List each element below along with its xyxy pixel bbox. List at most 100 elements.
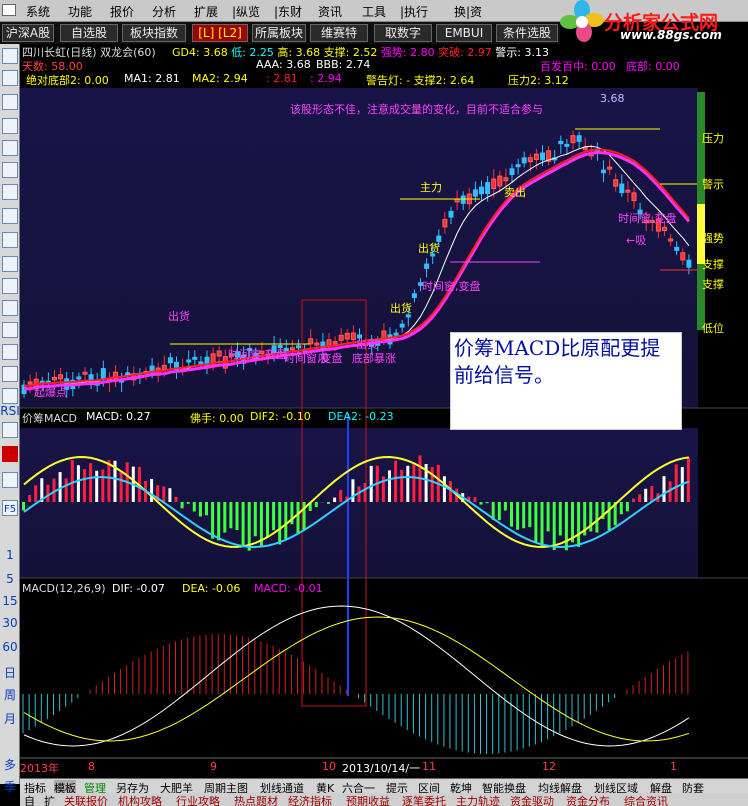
tab-sh-sz-a[interactable]: 沪深A股 (2, 24, 54, 42)
flower-logo-icon (560, 0, 604, 42)
dif-value: DIF: -0.07 (112, 582, 165, 595)
period-season[interactable]: 季 (0, 778, 20, 795)
menu-item-tools[interactable]: 工具 (362, 3, 386, 20)
bottom-link-institution[interactable]: 机构攻略 (118, 793, 162, 806)
period-15min[interactable]: 15 (0, 594, 20, 608)
toolbar-move-icon[interactable] (2, 446, 18, 462)
candle-body (216, 350, 222, 357)
period-week[interactable]: 周 (0, 686, 20, 703)
toolbar-chart-icon[interactable] (2, 162, 18, 178)
price-macd-bar (107, 459, 111, 502)
period-multi[interactable]: 多 (0, 756, 20, 773)
price-macd-bar (619, 502, 623, 515)
toolbar-f10-icon[interactable] (2, 232, 18, 248)
tab-sector-index[interactable]: 板块指数 (122, 24, 186, 42)
menu-item-analysis[interactable]: 分析 (152, 3, 176, 20)
bottom-link-expand[interactable]: 扩 (44, 793, 55, 806)
tab-fetch-number[interactable]: 取数字 (374, 24, 432, 42)
candle-body (564, 143, 570, 147)
price-macd-bar (662, 476, 666, 502)
price-macd-bar (400, 469, 404, 502)
toolbar-table-icon[interactable] (2, 140, 18, 156)
bottom-link-expected-return[interactable]: 预期收益 (346, 793, 390, 806)
toolbar-f11-icon[interactable] (2, 322, 18, 338)
toolbar-list-icon[interactable] (2, 70, 18, 86)
annotation-bottom-surge: 底部暴涨 (352, 352, 396, 365)
period-month[interactable]: 月 (0, 710, 20, 727)
menu-item-execute[interactable]: |执行 (400, 3, 428, 20)
menu-item-system[interactable]: 系统 (26, 3, 50, 20)
price-macd-bar (485, 502, 489, 504)
macd-value: MACD: -0.01 (254, 582, 323, 595)
bottom-link-related-quote[interactable]: 关联报价 (64, 793, 108, 806)
bottom-link-main-track[interactable]: 主力轨迹 (456, 793, 500, 806)
tab-l-l2[interactable]: [L] [L2] (192, 24, 248, 42)
toolbar-down-arrow-icon[interactable] (2, 94, 18, 110)
toolbar-grid-icon[interactable] (2, 344, 18, 360)
toolbar-add-icon[interactable] (2, 472, 18, 488)
toolbar-zoom-icon[interactable] (2, 422, 18, 438)
menu-item-eastmoney[interactable]: |东财 (274, 3, 302, 20)
toolbar-report-icon[interactable] (2, 118, 18, 134)
toolbar-plus-icon[interactable] (2, 366, 18, 382)
tab-embui[interactable]: EMBUI (436, 24, 492, 42)
period-5min[interactable]: 5 (0, 572, 20, 586)
site-logo: 分析家公式网 www.88gs.com (558, 0, 748, 44)
toolbar-kline-icon[interactable] (2, 184, 18, 200)
price-macd-bar (272, 502, 276, 531)
right-label-support: 支撑 (702, 258, 724, 271)
tab-vst[interactable]: 维赛特 (310, 24, 368, 42)
candle-body (515, 164, 521, 168)
period-1min[interactable]: 1 (0, 548, 20, 562)
price-macd-bar (473, 497, 477, 502)
tab-condition-select[interactable]: 条件选股 (496, 24, 558, 42)
date-axis-cursor-date: 2013/10/14/一 (342, 760, 421, 776)
date-axis-dec: 12 (542, 760, 556, 773)
period-60min[interactable]: 60 (0, 640, 20, 654)
candle-body (198, 361, 204, 365)
price-macd-bar (253, 502, 257, 537)
price-macd-bar (28, 494, 32, 502)
bottom-link-hot-topics[interactable]: 热点题材 (234, 793, 278, 806)
bottom-link-self[interactable]: 自 (24, 793, 35, 806)
bottom-link-fund-dist[interactable]: 资金分布 (566, 793, 610, 806)
menu-item-switch[interactable]: 换|资 (454, 3, 482, 20)
annotation-major: 主力 (420, 181, 442, 194)
price-macd-bar (247, 502, 251, 551)
toolbar-rsi-label[interactable]: RSI (0, 404, 20, 418)
gd4-label: GD4: (172, 46, 200, 59)
toolbar-custom-icon[interactable] (2, 278, 18, 294)
toolbar-f12-icon[interactable] (2, 300, 18, 316)
menu-item-extend[interactable]: 扩展 (194, 3, 218, 20)
candle-body (619, 183, 625, 194)
toolbar-f9-icon[interactable] (2, 208, 18, 224)
gd4-value: 3.68 (203, 46, 228, 59)
toolbar-up-arrow-icon[interactable] (2, 48, 18, 64)
candle-body (58, 374, 64, 380)
tab-related-sector[interactable]: 所属板块 (252, 24, 306, 42)
bottom-link-econ-indicators[interactable]: 经济指标 (288, 793, 332, 806)
menu-item-news[interactable]: 资讯 (318, 3, 342, 20)
toolbar-f5-label[interactable]: F5 (0, 504, 20, 515)
bottom-link-industry[interactable]: 行业攻略 (176, 793, 220, 806)
v2-value: : 2.94 (310, 72, 342, 85)
candle-body (613, 179, 619, 187)
price-macd-bar (296, 502, 300, 534)
bottom-link-news[interactable]: 综合资讯 (624, 793, 668, 806)
price-macd-bar (119, 471, 123, 502)
period-day[interactable]: 日 (0, 664, 20, 681)
price-macd-bar (546, 502, 550, 532)
menu-item-function[interactable]: 功能 (68, 3, 92, 20)
menu-item-overview[interactable]: |纵览 (232, 3, 260, 20)
bottom-link-tick-orders[interactable]: 逐笔委托 (402, 793, 446, 806)
bottom-link-fund-drive[interactable]: 资金驱动 (510, 793, 554, 806)
price-macd-bar (540, 502, 544, 547)
toolbar-stock-icon[interactable] (2, 256, 18, 272)
annotation-time-window-3: 时间窗,变盘 (618, 212, 677, 225)
price-macd-bar (64, 478, 68, 502)
tab-watchlist[interactable]: 自选股 (60, 24, 118, 42)
price-macd-bar (510, 502, 513, 527)
period-30min[interactable]: 30 (0, 616, 20, 630)
toolbar-pen-icon[interactable] (2, 388, 18, 404)
menu-item-quote[interactable]: 报价 (110, 3, 134, 20)
